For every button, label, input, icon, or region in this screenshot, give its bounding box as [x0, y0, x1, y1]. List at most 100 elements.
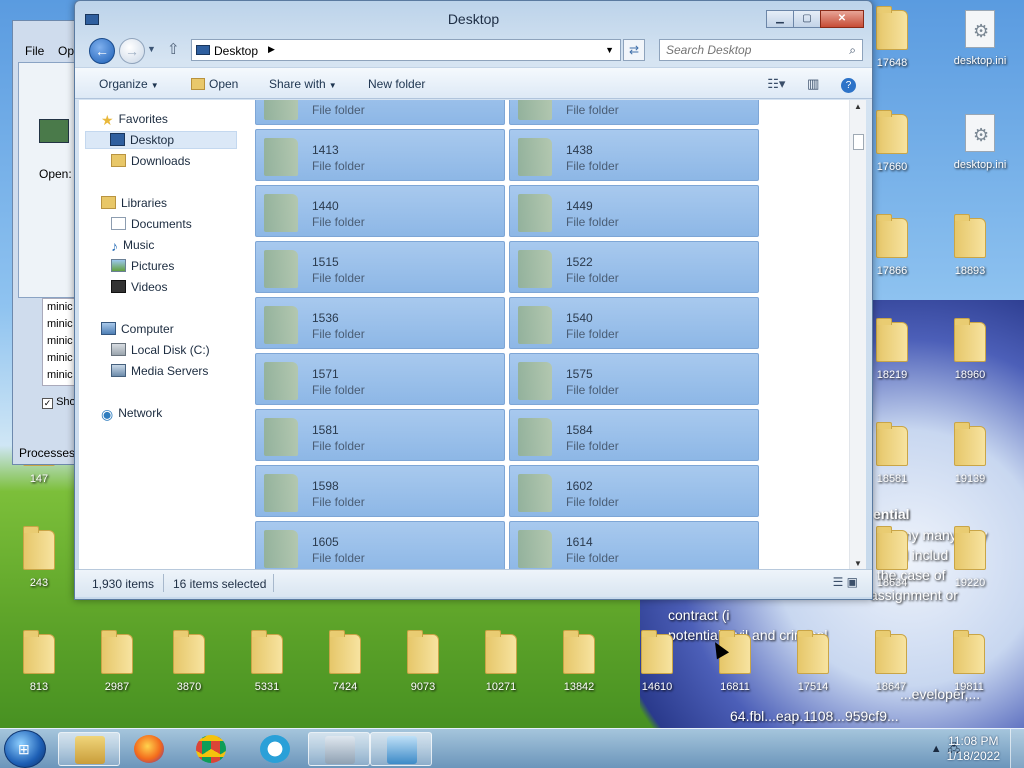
folder-tile-partial[interactable]: File folder: [509, 100, 759, 125]
folder-tile-partial[interactable]: File folder: [255, 100, 505, 125]
desktop-item[interactable]: 18893: [931, 212, 1009, 284]
folder-tile[interactable]: 1581 File folder: [255, 409, 505, 461]
desktop-item[interactable]: 7424: [306, 628, 384, 700]
scroll-up-icon[interactable]: ▲: [854, 102, 862, 111]
folder-tile[interactable]: 1614 File folder: [509, 521, 759, 570]
folder-tile[interactable]: 1522 File folder: [509, 241, 759, 293]
scroll-down-icon[interactable]: ▼: [854, 559, 862, 568]
desktop-item[interactable]: desktop.ini: [941, 108, 1019, 180]
chevron-down-icon[interactable]: ▼: [605, 45, 614, 55]
folder-tile[interactable]: 1571 File folder: [255, 353, 505, 405]
taskbar-app[interactable]: [244, 732, 306, 766]
nav-desktop[interactable]: Desktop: [85, 131, 237, 149]
nav-pictures[interactable]: Pictures: [111, 259, 174, 273]
run-dialog[interactable]: Open:: [18, 62, 78, 298]
desktop-item[interactable]: 19220: [931, 524, 1009, 596]
file-list[interactable]: File folder File folder 1413 File folder 1…: [253, 100, 849, 570]
open-button[interactable]: Open: [191, 77, 238, 91]
chevron-right-icon[interactable]: ▶: [268, 44, 275, 55]
scrollbar-thumb[interactable]: [853, 134, 864, 150]
menu-file[interactable]: File: [25, 44, 44, 58]
folder-tile[interactable]: 1605 File folder: [255, 521, 505, 570]
folder-tile[interactable]: 1602 File folder: [509, 465, 759, 517]
search-icon[interactable]: ⌕: [849, 43, 856, 58]
process-row[interactable]: minic: [43, 333, 75, 350]
forward-button[interactable]: →: [119, 38, 145, 64]
desktop-item[interactable]: 19139: [931, 420, 1009, 492]
process-row[interactable]: minic: [43, 316, 75, 333]
folder-tile[interactable]: 1440 File folder: [255, 185, 505, 237]
desktop-item[interactable]: 9073: [384, 628, 462, 700]
desktop-item[interactable]: 14610: [618, 628, 696, 700]
processes-tab[interactable]: Processes: [19, 446, 75, 460]
title-bar[interactable]: Desktop ▁ ▢ ✕: [75, 1, 872, 35]
folder-tile[interactable]: 1584 File folder: [509, 409, 759, 461]
up-arrow-icon[interactable]: ⇧: [167, 40, 180, 58]
view-toggle-icons[interactable]: ☰ ▣: [833, 575, 858, 589]
nav-documents[interactable]: Documents: [111, 217, 192, 231]
taskbar-task-manager[interactable]: [308, 732, 370, 766]
share-with-button[interactable]: Share with ▼: [269, 77, 337, 91]
nav-network[interactable]: ◉ Network: [101, 406, 162, 422]
taskbar-run[interactable]: [370, 732, 432, 766]
vertical-scrollbar[interactable]: ▲ ▼: [849, 100, 866, 570]
process-row[interactable]: minic: [43, 367, 75, 384]
help-icon[interactable]: ?: [841, 78, 856, 93]
desktop-item[interactable]: 243: [0, 524, 78, 596]
process-list[interactable]: minic minic minic minic minic: [42, 298, 76, 386]
folder-tile[interactable]: 1575 File folder: [509, 353, 759, 405]
taskbar-chrome[interactable]: [180, 732, 242, 766]
nav-videos[interactable]: Videos: [111, 280, 167, 294]
folder-tile[interactable]: 1598 File folder: [255, 465, 505, 517]
desktop-item[interactable]: 16811: [696, 628, 774, 700]
desktop-item[interactable]: 19811: [930, 628, 1008, 700]
maximize-button[interactable]: ▢: [793, 10, 821, 28]
show-hidden-icons-icon[interactable]: ▲: [931, 743, 942, 755]
process-row[interactable]: minic: [43, 299, 75, 316]
nav-media-servers[interactable]: Media Servers: [111, 364, 208, 378]
nav-favorites[interactable]: ★ Favorites: [101, 112, 168, 128]
refresh-button[interactable]: ⇄: [623, 39, 645, 61]
organize-button[interactable]: Organize ▼: [99, 77, 159, 91]
minimize-button[interactable]: ▁: [766, 10, 794, 28]
menu-options[interactable]: Op: [58, 44, 74, 58]
checkbox-checked-icon[interactable]: ✓: [42, 398, 53, 409]
desktop-item[interactable]: 3870: [150, 628, 228, 700]
taskbar-firefox[interactable]: [118, 732, 180, 766]
desktop-item[interactable]: 5331: [228, 628, 306, 700]
folder-tile[interactable]: 1515 File folder: [255, 241, 505, 293]
process-row[interactable]: minic: [43, 350, 75, 367]
desktop-item[interactable]: 18960: [931, 316, 1009, 388]
desktop-item[interactable]: desktop.ini: [941, 4, 1019, 76]
nav-libraries[interactable]: Libraries: [101, 196, 167, 210]
folder-tile[interactable]: 1449 File folder: [509, 185, 759, 237]
back-button[interactable]: ←: [89, 38, 115, 64]
view-options-icon[interactable]: ☷▾: [767, 76, 785, 91]
desktop-item[interactable]: 17514: [774, 628, 852, 700]
taskbar-explorer[interactable]: [58, 732, 120, 766]
folder-tile[interactable]: 1438 File folder: [509, 129, 759, 181]
show-desktop-button[interactable]: [1010, 729, 1024, 768]
desktop-item[interactable]: 2987: [78, 628, 156, 700]
address-text[interactable]: Desktop: [214, 44, 258, 58]
folder-tile[interactable]: 1536 File folder: [255, 297, 505, 349]
explorer-window[interactable]: Desktop ▁ ▢ ✕ ← → ▼ ⇧ Desktop ▶ ▼ ⇄ ⌕ Or…: [74, 0, 873, 600]
folder-tile[interactable]: 1540 File folder: [509, 297, 759, 349]
search-input[interactable]: [660, 40, 830, 60]
desktop-item[interactable]: 13842: [540, 628, 618, 700]
nav-downloads[interactable]: Downloads: [111, 154, 190, 168]
new-folder-button[interactable]: New folder: [368, 77, 425, 91]
nav-local-disk[interactable]: Local Disk (C:): [111, 343, 210, 357]
close-button[interactable]: ✕: [820, 10, 864, 28]
nav-computer[interactable]: Computer: [101, 322, 174, 336]
clock[interactable]: 11:08 PM 1/18/2022: [947, 734, 1000, 764]
folder-tile[interactable]: 1413 File folder: [255, 129, 505, 181]
address-bar[interactable]: Desktop ▶ ▼: [191, 39, 621, 61]
preview-pane-icon[interactable]: ▥: [807, 76, 819, 91]
nav-music[interactable]: ♪ Music: [111, 238, 154, 254]
recent-pages-dropdown[interactable]: ▼: [147, 44, 156, 54]
desktop-item[interactable]: 813: [0, 628, 78, 700]
show-checkbox[interactable]: ✓ Sho: [42, 396, 76, 409]
search-box[interactable]: ⌕: [659, 39, 863, 61]
desktop-item[interactable]: 10271: [462, 628, 540, 700]
